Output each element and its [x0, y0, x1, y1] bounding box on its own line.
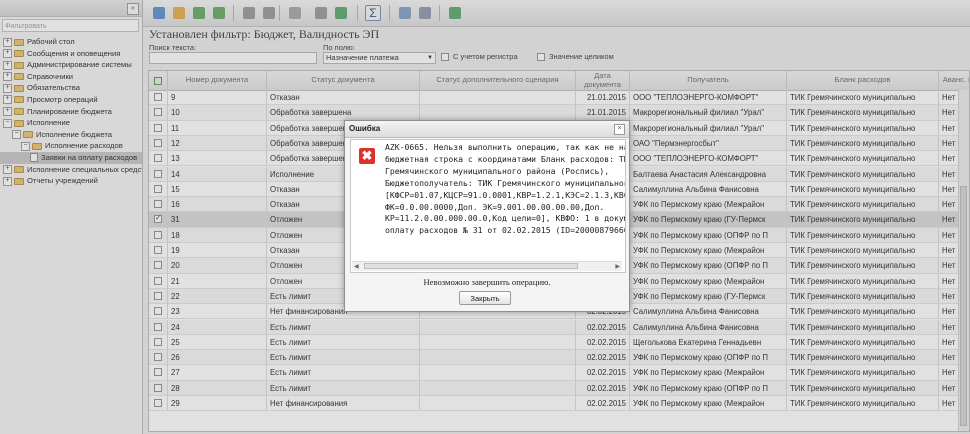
error-icon: ✖ [359, 148, 375, 164]
error-message-line: оплату расходов № 31 от 02.02.2015 (ID=2… [385, 225, 626, 236]
dialog-titlebar: Ошибка × [345, 121, 629, 138]
error-message-line: КР=11.2.0.00.000.00.0,Код цели=0], КВФО:… [385, 213, 625, 224]
error-message-panel: ✖ AZK-0665. Нельзя выполнить операцию, т… [350, 139, 626, 273]
scroll-left-icon[interactable]: ◀ [354, 263, 359, 270]
dialog-footer-text: Невозможно завершить операцию. [423, 277, 551, 287]
horizontal-scrollbar[interactable]: ◀ ▶ [352, 261, 622, 271]
error-message-line: бюджетная строка с координатами Бланк ра… [385, 153, 626, 164]
error-dialog: Ошибка × ✖ AZK-0665. Нельзя выполнить оп… [344, 120, 630, 312]
error-message-line: [КФСР=01.07,КЦСР=91.0.0001,КВР=1.2.1,КЭС… [385, 189, 626, 200]
scrollbar-thumb[interactable] [364, 263, 578, 269]
dialog-title: Ошибка [349, 124, 381, 133]
close-button[interactable]: Закрыть [459, 291, 511, 305]
error-message-line: Гремячинского муниципального района (Рос… [385, 165, 610, 176]
scroll-right-icon[interactable]: ▶ [615, 263, 620, 270]
close-icon[interactable]: × [614, 124, 625, 135]
error-message: AZK-0665. Нельзя выполнить операцию, так… [385, 142, 625, 237]
error-message-line: ФК=0.0.00.0000,Доп. ЭК=9.001.00.00.00.00… [385, 201, 605, 212]
error-message-line: AZK-0665. Нельзя выполнить операцию, так… [385, 142, 626, 152]
error-message-line: Бюджетополучатель: ТИК Гремячинского мун… [385, 177, 626, 188]
